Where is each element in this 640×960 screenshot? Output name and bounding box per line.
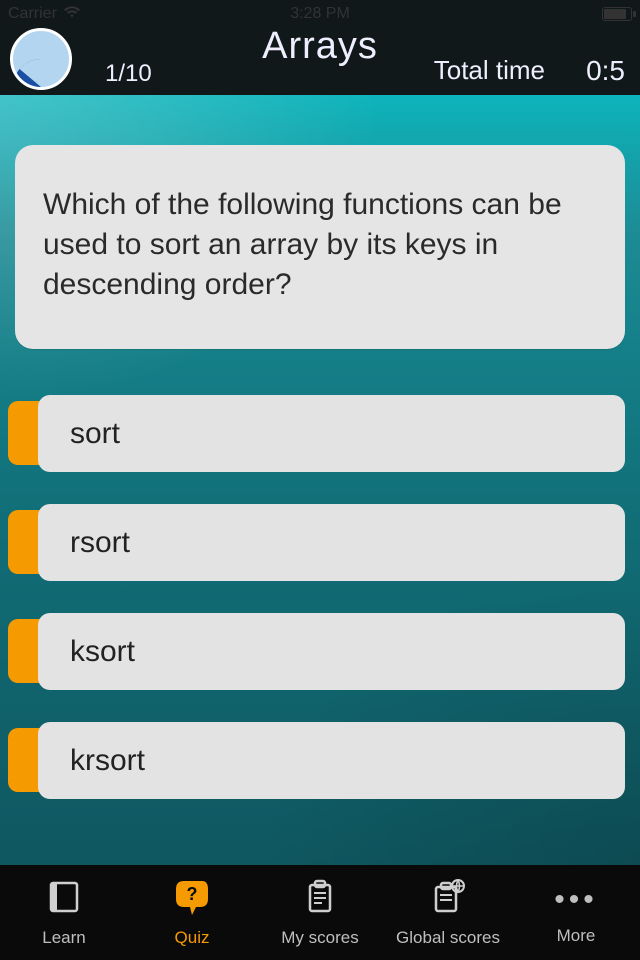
- clipboard-globe-icon: [428, 877, 468, 922]
- svg-text:?: ?: [187, 884, 198, 904]
- tab-quiz[interactable]: ? Quiz: [128, 865, 256, 960]
- status-bar: Carrier 3:28 PM: [0, 0, 640, 28]
- answer-option[interactable]: ksort: [38, 613, 625, 690]
- tab-more[interactable]: ••• More: [512, 865, 640, 960]
- answer-label: rsort: [70, 526, 130, 560]
- status-right: [602, 7, 632, 21]
- tab-label: My scores: [281, 928, 358, 948]
- tab-bar: Learn ? Quiz My scores Global scores •••…: [0, 865, 640, 960]
- battery-icon: [602, 7, 632, 21]
- question-progress: 1/10: [105, 60, 152, 88]
- book-icon: [44, 877, 84, 922]
- answer-option[interactable]: rsort: [38, 504, 625, 581]
- total-time-value: 0:5: [586, 55, 625, 87]
- answer-list: sort rsort ksort krsort: [38, 395, 625, 799]
- question-text: Which of the following functions can be …: [43, 188, 562, 301]
- more-icon: •••: [554, 880, 598, 920]
- tab-global-scores[interactable]: Global scores: [384, 865, 512, 960]
- tab-my-scores[interactable]: My scores: [256, 865, 384, 960]
- answer-label: ksort: [70, 635, 135, 669]
- clipboard-icon: [300, 877, 340, 922]
- question-card: Which of the following functions can be …: [15, 145, 625, 349]
- question-icon: ?: [172, 877, 212, 922]
- question-timer: [10, 28, 72, 90]
- tab-label: Learn: [42, 928, 85, 948]
- status-time: 3:28 PM: [0, 5, 640, 23]
- timer-circle-icon: [10, 28, 72, 90]
- answer-label: sort: [70, 417, 120, 451]
- answer-label: krsort: [70, 744, 145, 778]
- main-content: Which of the following functions can be …: [0, 95, 640, 865]
- tab-learn[interactable]: Learn: [0, 865, 128, 960]
- tab-label: Quiz: [175, 928, 210, 948]
- total-time-label: Total time: [434, 55, 545, 86]
- answer-option[interactable]: krsort: [38, 722, 625, 799]
- tab-label: Global scores: [396, 928, 500, 948]
- answer-option[interactable]: sort: [38, 395, 625, 472]
- tab-label: More: [557, 926, 596, 946]
